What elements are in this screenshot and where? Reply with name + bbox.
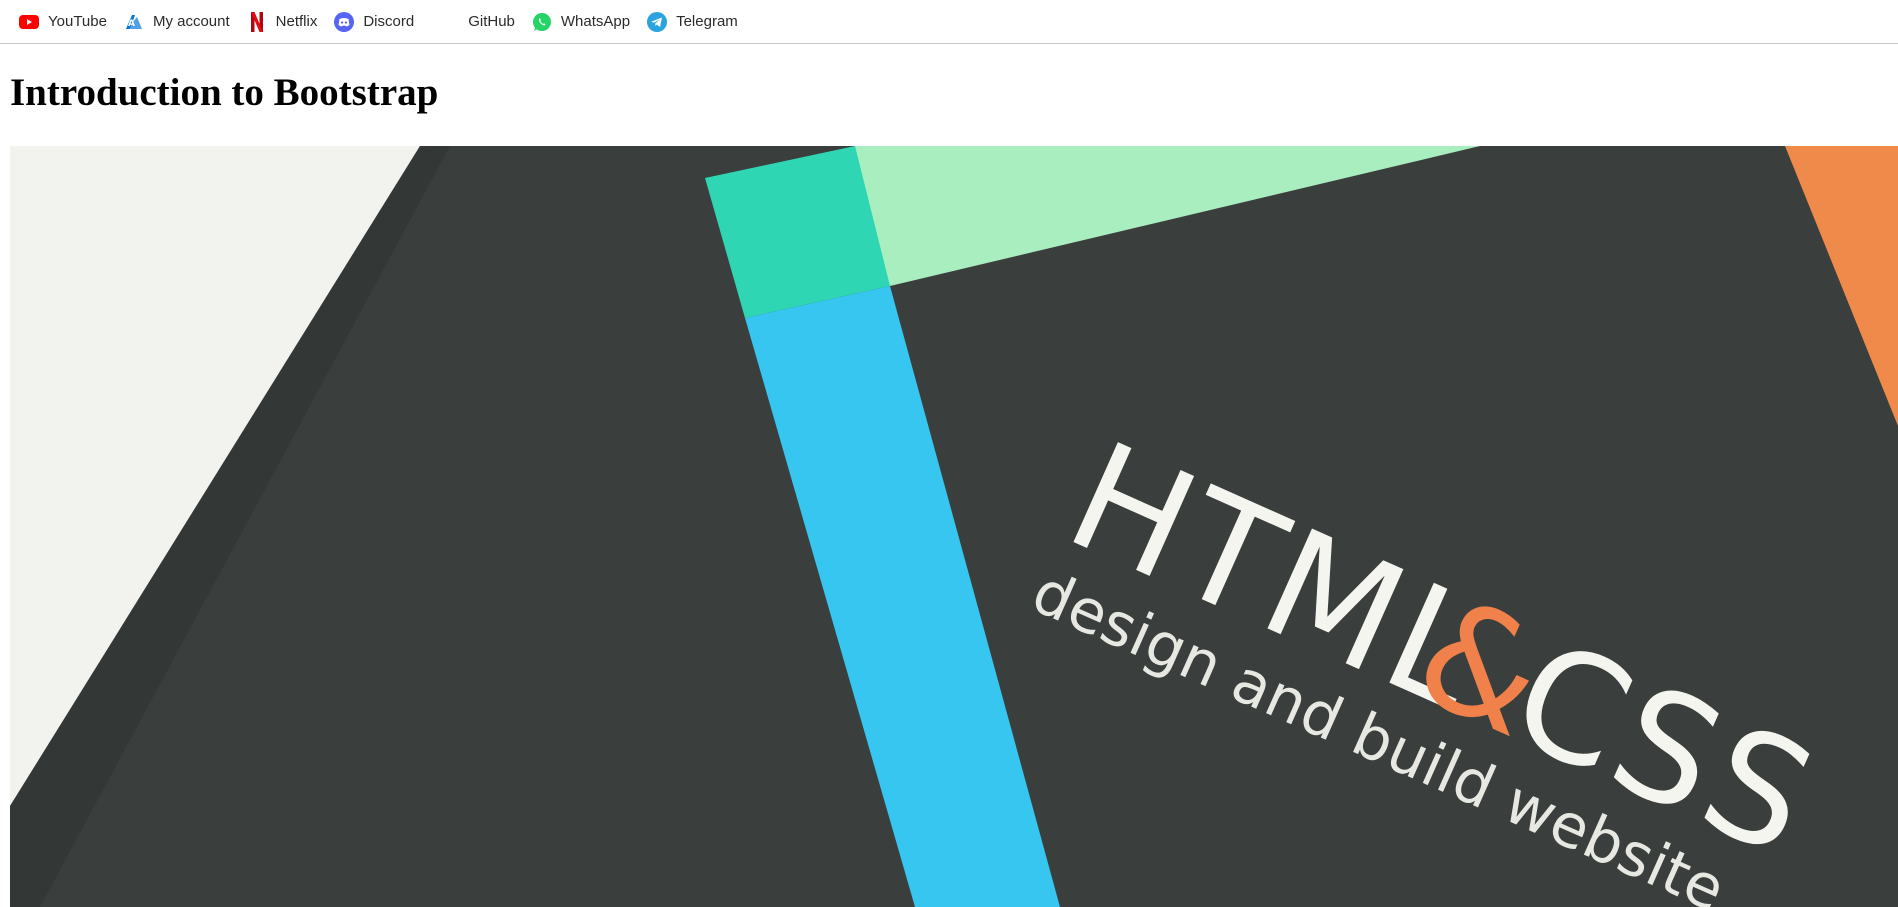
hero-image: HTML & CSS design and build website <box>10 146 1898 907</box>
bookmark-youtube[interactable]: YouTube <box>16 6 113 38</box>
bookmark-label: YouTube <box>48 13 107 30</box>
bookmark-discord[interactable]: Discord <box>331 6 420 38</box>
bookmark-my-account[interactable]: A My account <box>121 6 236 38</box>
bookmark-label: Telegram <box>676 13 738 30</box>
whatsapp-icon <box>531 11 553 33</box>
bookmark-label: My account <box>152 13 230 30</box>
bookmark-label: GitHub <box>468 13 515 30</box>
discord-icon <box>333 11 355 33</box>
bookmark-netflix[interactable]: Netflix <box>244 6 324 38</box>
bookmark-label: Discord <box>363 13 415 30</box>
page-title: Introduction to Bootstrap <box>10 71 439 114</box>
azure-icon: A <box>123 11 145 33</box>
bookmark-telegram[interactable]: Telegram <box>644 6 744 38</box>
bookmark-label: Netflix <box>275 13 318 30</box>
youtube-icon <box>18 11 40 33</box>
telegram-icon <box>646 11 668 33</box>
bookmarks-bar: YouTube A My account Netflix Discord Git… <box>0 0 1898 44</box>
github-icon <box>438 11 460 33</box>
svg-text:A: A <box>128 19 135 29</box>
netflix-icon <box>246 11 268 33</box>
bookmark-github[interactable]: GitHub <box>428 6 521 38</box>
bookmark-label: WhatsApp <box>560 13 631 30</box>
bookmark-whatsapp[interactable]: WhatsApp <box>529 6 636 38</box>
